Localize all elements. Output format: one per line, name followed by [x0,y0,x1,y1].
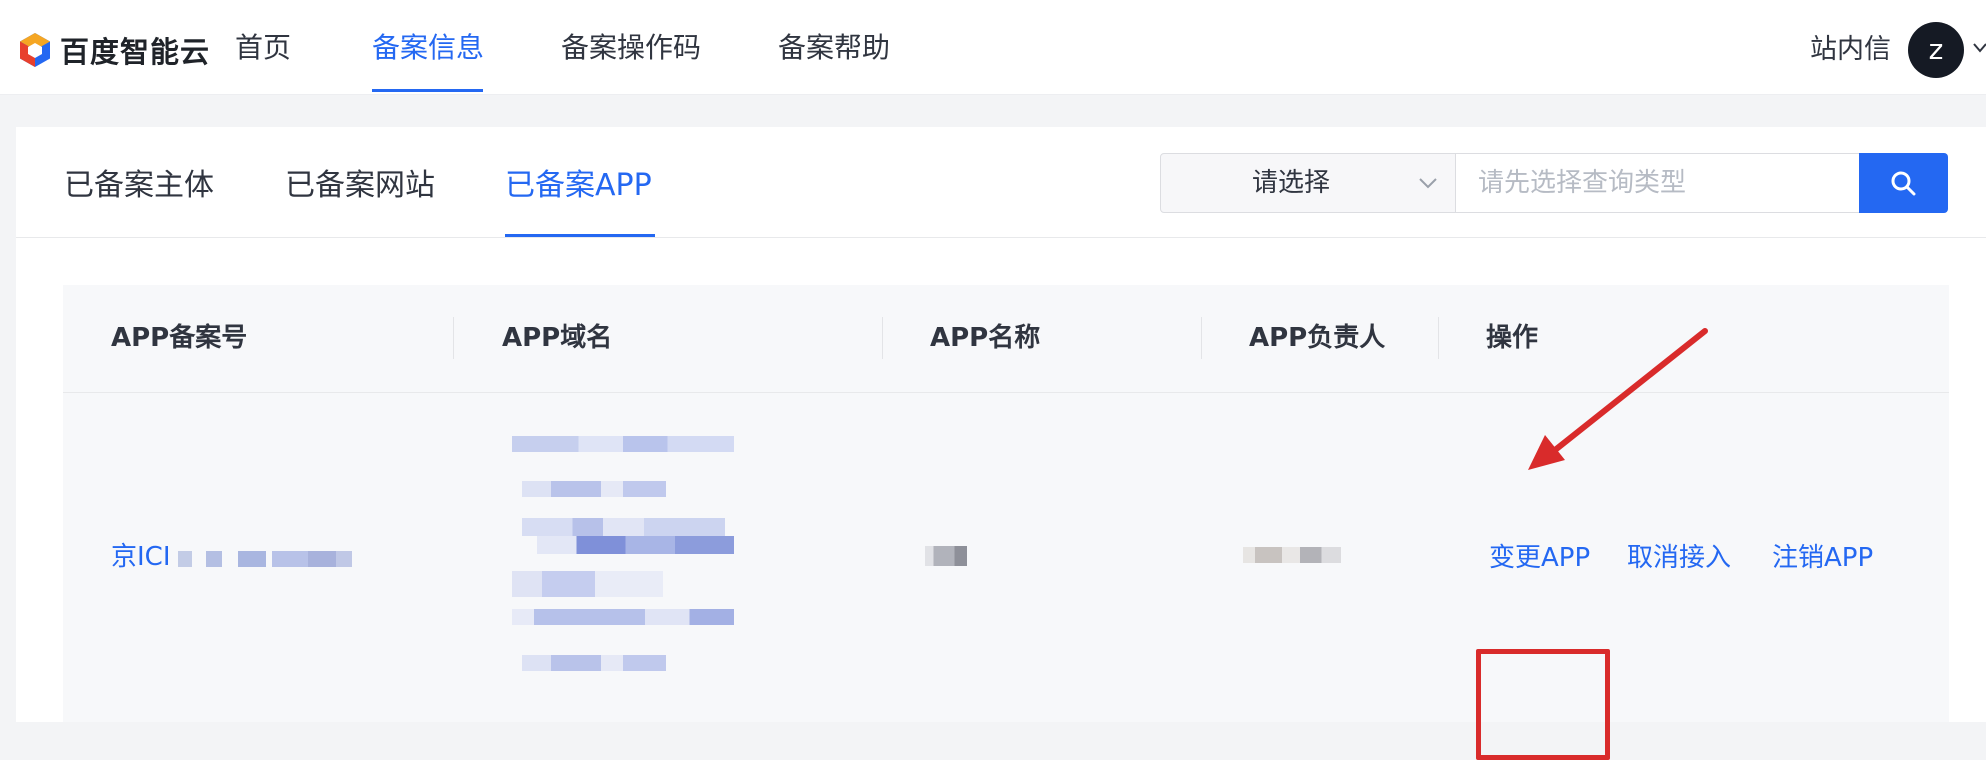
column-divider [1201,317,1202,359]
app-filing-table: APP备案号 APP域名 APP名称 APP负责人 操作 京ICI 变更APP … [63,285,1949,760]
cancel-access-button[interactable]: 取消接入 [1627,538,1731,578]
deregister-app-button[interactable]: 注销APP [1772,538,1873,578]
baidu-cloud-logo-icon [20,33,50,67]
top-navigation: 百度智能云 首页 备案信息 备案操作码 备案帮助 站内信 z [0,0,1986,95]
change-app-button[interactable]: 变更APP [1489,538,1590,578]
tabs-divider [16,237,1986,238]
nav-filing-code[interactable]: 备案操作码 [561,28,701,68]
table-header: APP备案号 APP域名 APP名称 APP负责人 操作 [63,285,1949,393]
search-input[interactable] [1456,153,1876,213]
column-divider [882,317,883,359]
nav-home[interactable]: 首页 [235,28,291,68]
search-icon [1891,171,1916,196]
redacted-app-name [925,546,967,566]
query-type-select[interactable]: 请选择 [1160,153,1456,213]
search-button[interactable] [1859,153,1948,213]
filing-card: 已备案主体 已备案网站 已备案APP 请选择 APP备案号 APP域名 APP名… [16,127,1986,760]
column-header-record-no: APP备案号 [111,323,248,353]
column-header-app-name: APP名称 [930,323,1041,353]
nav-filing-info[interactable]: 备案信息 [372,28,484,68]
redacted-owner [1243,547,1341,563]
messages-link[interactable]: 站内信 [1810,30,1891,70]
chevron-down-icon [1419,178,1437,189]
user-avatar[interactable]: z [1908,22,1964,78]
nav-filing-help[interactable]: 备案帮助 [778,28,890,68]
tab-registered-entity[interactable]: 已备案主体 [64,164,214,208]
column-header-actions: 操作 [1486,323,1539,353]
tab-registered-website[interactable]: 已备案网站 [285,164,435,208]
nav-active-indicator [372,89,483,92]
column-header-domain: APP域名 [502,323,613,353]
chevron-down-icon[interactable] [1972,40,1986,56]
column-divider [453,317,454,359]
tab-registered-app[interactable]: 已备案APP [505,164,652,208]
column-divider [1438,317,1439,359]
query-type-select-value: 请选择 [1251,168,1330,198]
brand-logo[interactable]: 百度智能云 [16,30,210,70]
annotation-highlight-box [1476,649,1610,760]
brand-name: 百度智能云 [60,35,211,69]
column-header-owner: APP负责人 [1249,323,1386,353]
record-number-link[interactable]: 京ICI [111,537,171,577]
